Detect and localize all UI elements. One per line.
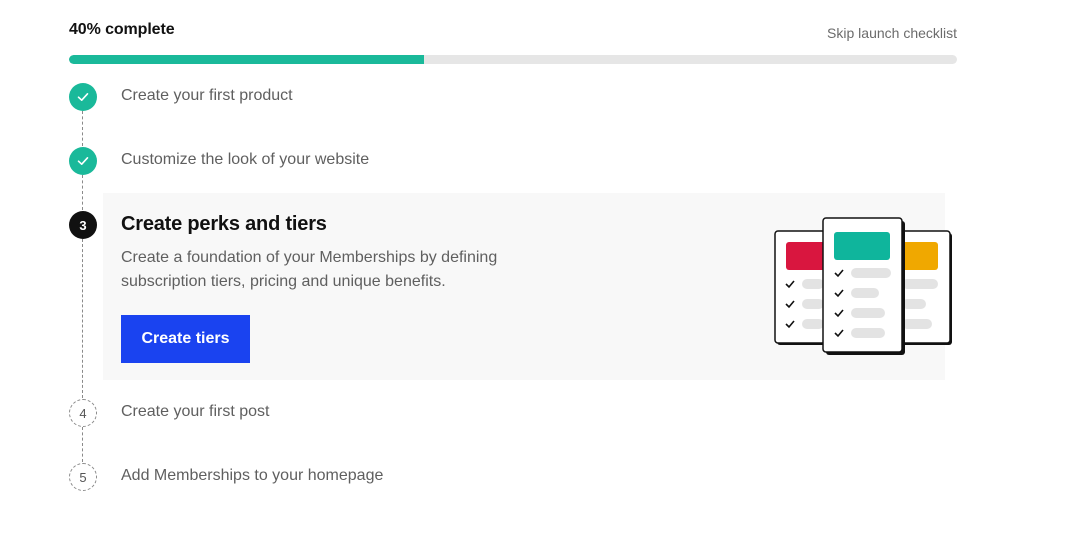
progress-bar-fill <box>69 55 425 64</box>
step-1-label[interactable]: Create your first product <box>121 87 293 105</box>
step-5-number-marker: 5 <box>69 463 97 491</box>
tier-card-left <box>774 230 827 345</box>
step-connector <box>82 239 83 398</box>
check-icon <box>77 157 89 165</box>
tier-cards-illustration <box>774 217 952 355</box>
tier-card-middle <box>822 217 905 355</box>
skip-checklist-link[interactable]: Skip launch checklist <box>827 25 957 41</box>
step-3-title: Create perks and tiers <box>121 213 327 235</box>
create-tiers-button[interactable]: Create tiers <box>121 315 250 363</box>
progress-label: 40% complete <box>69 21 175 38</box>
step-2-label[interactable]: Customize the look of your website <box>121 151 369 169</box>
step-5-label[interactable]: Add Memberships to your homepage <box>121 467 383 485</box>
step-connector <box>82 111 83 146</box>
step-2-complete-marker <box>69 147 97 175</box>
tier-card-right <box>899 230 952 345</box>
check-icon <box>77 93 89 101</box>
step-3-number-marker: 3 <box>69 211 97 239</box>
step-4-number-marker: 4 <box>69 399 97 427</box>
step-4-label[interactable]: Create your first post <box>121 403 270 421</box>
launch-checklist: 40% complete Skip launch checklist Creat… <box>0 0 1065 550</box>
step-connector <box>82 175 83 210</box>
progress-bar <box>69 55 957 64</box>
step-connector <box>82 427 83 462</box>
step-1-complete-marker <box>69 83 97 111</box>
step-3-description: Create a foundation of your Memberships … <box>121 249 498 290</box>
